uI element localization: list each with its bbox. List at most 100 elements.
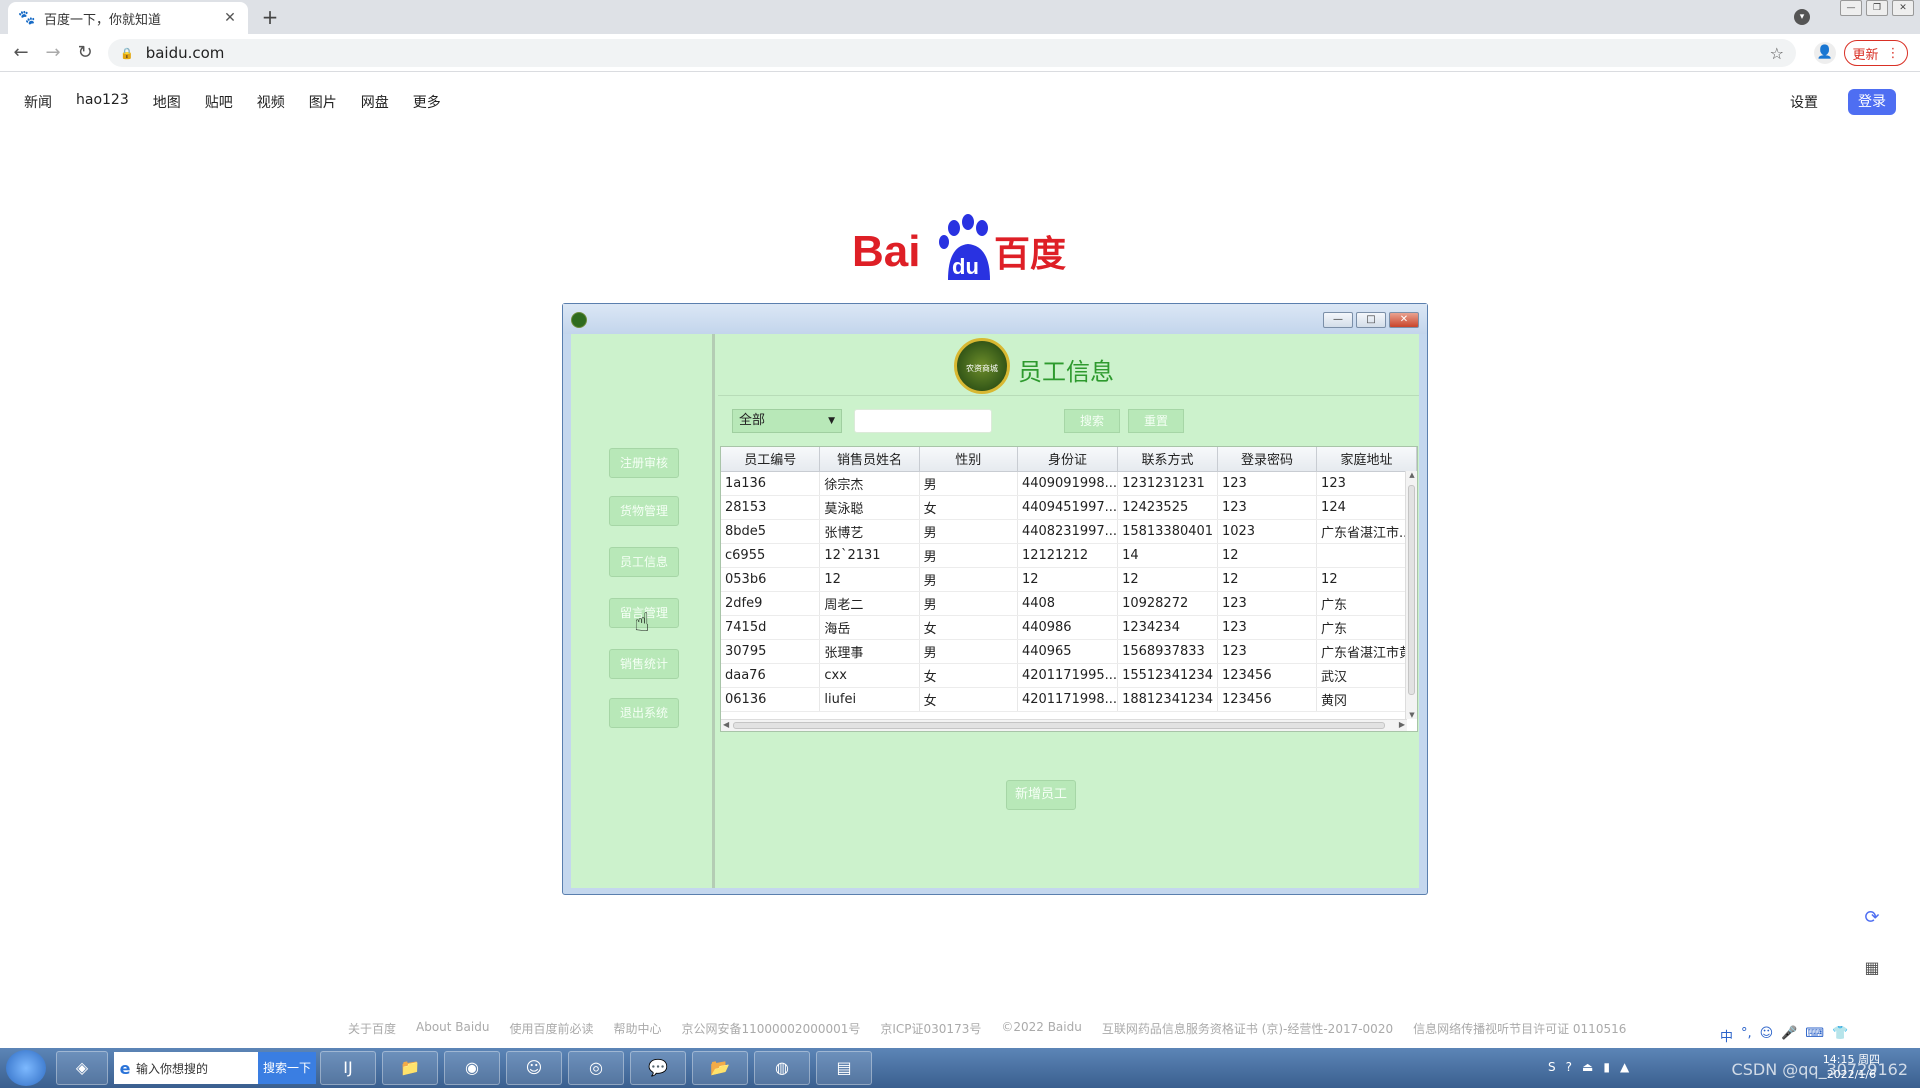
col-header-name[interactable]: 销售员姓名: [819, 447, 920, 472]
close-window-icon[interactable]: ✕: [1892, 0, 1914, 16]
nav-link-news[interactable]: 新闻: [24, 92, 52, 112]
show-hidden-icon[interactable]: ▲: [1620, 1060, 1629, 1074]
table-row[interactable]: c6955 12`2131 男 12121212 14 12: [721, 543, 1417, 568]
usb-icon[interactable]: ⏏: [1582, 1060, 1593, 1074]
nav-link-images[interactable]: 图片: [309, 92, 337, 112]
bookmark-star-icon[interactable]: ☆: [1770, 44, 1784, 63]
tab-search-icon[interactable]: ▾: [1794, 9, 1810, 25]
firefox-icon[interactable]: ◉: [444, 1051, 500, 1085]
refresh-feedback-icon[interactable]: ⟳: [1860, 906, 1884, 930]
scroll-right-icon[interactable]: ▶: [1399, 720, 1405, 729]
footer-link-about[interactable]: 关于百度: [348, 1020, 396, 1037]
taskbar-search-field[interactable]: e 输入你想搜的: [114, 1052, 258, 1084]
footer-link-about-en[interactable]: About Baidu: [416, 1020, 489, 1037]
ime-mic-icon[interactable]: 🎤: [1781, 1026, 1797, 1045]
table-row[interactable]: 7415d 海岳 女 440986 1234234 123 广东: [721, 615, 1417, 640]
ime-punct[interactable]: °,: [1741, 1026, 1752, 1045]
nav-link-video[interactable]: 视频: [257, 92, 285, 112]
app-maximize-icon[interactable]: □: [1356, 312, 1386, 328]
table-row[interactable]: 1a136 徐宗杰 男 4409091998... 1231231231 123…: [721, 471, 1417, 496]
menu-register-review[interactable]: 注册审核: [609, 448, 679, 478]
taskbar-search-button[interactable]: 搜索一下: [258, 1052, 316, 1084]
sogou-icon[interactable]: S: [1548, 1060, 1556, 1074]
search-input[interactable]: [854, 409, 992, 433]
menu-goods-management[interactable]: 货物管理: [609, 496, 679, 526]
intellij-icon[interactable]: IJ: [320, 1051, 376, 1085]
scroll-down-icon[interactable]: ▼: [1407, 711, 1417, 719]
col-header-address[interactable]: 家庭地址: [1316, 447, 1417, 472]
ime-keyboard-icon[interactable]: ⌨: [1805, 1026, 1824, 1045]
search-button[interactable]: 搜索: [1064, 409, 1120, 433]
folder-icon[interactable]: 📂: [692, 1051, 748, 1085]
restore-icon[interactable]: ❐: [1866, 0, 1888, 16]
table-row[interactable]: 28153 莫泳聪 女 4409451997... 12423525 123 1…: [721, 495, 1417, 520]
menu-sales-statistics[interactable]: 销售统计: [609, 649, 679, 679]
scroll-left-icon[interactable]: ◀: [723, 720, 729, 729]
footer-link-drug-license[interactable]: 互联网药品信息服务资格证书 (京)-经营性-2017-0020: [1102, 1020, 1393, 1037]
footer-link-help[interactable]: 帮助中心: [613, 1020, 661, 1037]
start-button[interactable]: [6, 1050, 46, 1086]
nav-link-map[interactable]: 地图: [153, 92, 181, 112]
nav-link-netdisk[interactable]: 网盘: [361, 92, 389, 112]
app-close-icon[interactable]: ✕: [1389, 312, 1419, 328]
login-button[interactable]: 登录: [1848, 89, 1896, 115]
scroll-up-icon[interactable]: ▲: [1407, 471, 1417, 479]
terminal-icon[interactable]: ▤: [816, 1051, 872, 1085]
back-icon[interactable]: ←: [10, 42, 32, 64]
character-app-icon[interactable]: ☺: [506, 1051, 562, 1085]
ime-emoji-icon[interactable]: ☺: [1760, 1026, 1774, 1045]
employee-table[interactable]: 员工编号 销售员姓名 性别 身份证 联系方式 登录密码 家庭地址 1a136 徐: [720, 446, 1418, 732]
col-header-gender[interactable]: 性别: [919, 447, 1018, 472]
reset-button[interactable]: 重置: [1128, 409, 1184, 433]
java-app-icon[interactable]: ◍: [754, 1051, 810, 1085]
footer-link-police[interactable]: 京公网安备11000002000001号: [681, 1020, 860, 1037]
nav-link-hao123[interactable]: hao123: [76, 92, 129, 112]
table-row[interactable]: 2dfe9 周老二 男 4408 10928272 123 广东: [721, 591, 1417, 616]
minimize-icon[interactable]: —: [1840, 0, 1862, 16]
file-explorer-icon[interactable]: 📁: [382, 1051, 438, 1085]
ime-skin-icon[interactable]: 👕: [1832, 1026, 1848, 1045]
menu-exit-system[interactable]: 退出系统: [609, 698, 679, 728]
filter-dropdown[interactable]: 全部 ▼: [732, 409, 842, 433]
table-horizontal-scrollbar[interactable]: ◀ ▶: [721, 719, 1407, 731]
footer-link-terms[interactable]: 使用百度前必读: [509, 1020, 593, 1037]
omnibox[interactable]: 🔒 baidu.com ☆: [108, 39, 1796, 67]
browser-tab[interactable]: 🐾 百度一下，你就知道 ✕: [8, 2, 248, 34]
footer-link-icp[interactable]: 京ICP证030173号: [880, 1020, 981, 1037]
app-minimize-icon[interactable]: —: [1323, 312, 1353, 328]
col-header-id-card[interactable]: 身份证: [1017, 447, 1119, 472]
update-button[interactable]: 更新 ⋮: [1844, 40, 1908, 66]
help-icon[interactable]: ?: [1566, 1060, 1572, 1074]
qr-code-icon[interactable]: ▦: [1860, 956, 1884, 980]
table-row[interactable]: 30795 张理事 男 440965 1568937833 123 广东省湛江市…: [721, 639, 1417, 664]
cell-id: 06136: [721, 687, 821, 712]
settings-link[interactable]: 设置: [1790, 92, 1818, 112]
vertical-scroll-thumb[interactable]: [1408, 485, 1415, 695]
table-row[interactable]: daa76 cxx 女 4201171995... 15512341234 12…: [721, 663, 1417, 688]
taskbar-app-icon[interactable]: ◈: [56, 1051, 108, 1085]
nav-link-more[interactable]: 更多: [413, 92, 441, 112]
tab-close-icon[interactable]: ✕: [222, 10, 238, 26]
new-tab-button[interactable]: +: [258, 5, 282, 29]
hand-cursor-icon: ☝: [634, 608, 650, 638]
col-header-password[interactable]: 登录密码: [1217, 447, 1318, 472]
table-row[interactable]: 8bde5 张博艺 男 4408231997... 15813380401 10…: [721, 519, 1417, 544]
table-row[interactable]: 06136 liufei 女 4201171998... 18812341234…: [721, 687, 1417, 712]
table-vertical-scrollbar[interactable]: ▲ ▼: [1405, 471, 1417, 719]
table-row[interactable]: 053b6 12 男 12 12 12 12: [721, 567, 1417, 592]
horizontal-scroll-thumb[interactable]: [733, 722, 1385, 729]
ime-lang[interactable]: 中: [1720, 1026, 1733, 1045]
col-header-contact[interactable]: 联系方式: [1117, 447, 1218, 472]
battery-icon[interactable]: ▮: [1603, 1060, 1610, 1074]
wechat-icon[interactable]: 💬: [630, 1051, 686, 1085]
col-header-id[interactable]: 员工编号: [721, 447, 821, 472]
nav-link-tieba[interactable]: 贴吧: [205, 92, 233, 112]
forward-icon[interactable]: →: [42, 42, 64, 64]
cell-address: 广东: [1316, 591, 1417, 616]
reload-icon[interactable]: ↻: [74, 42, 96, 64]
profile-icon[interactable]: 👤: [1814, 42, 1836, 64]
chrome-icon[interactable]: ◎: [568, 1051, 624, 1085]
menu-employee-info[interactable]: 员工信息: [609, 547, 679, 577]
add-employee-button[interactable]: 新增员工: [1006, 780, 1076, 810]
footer-link-av-license[interactable]: 信息网络传播视听节目许可证 0110516: [1413, 1020, 1626, 1037]
